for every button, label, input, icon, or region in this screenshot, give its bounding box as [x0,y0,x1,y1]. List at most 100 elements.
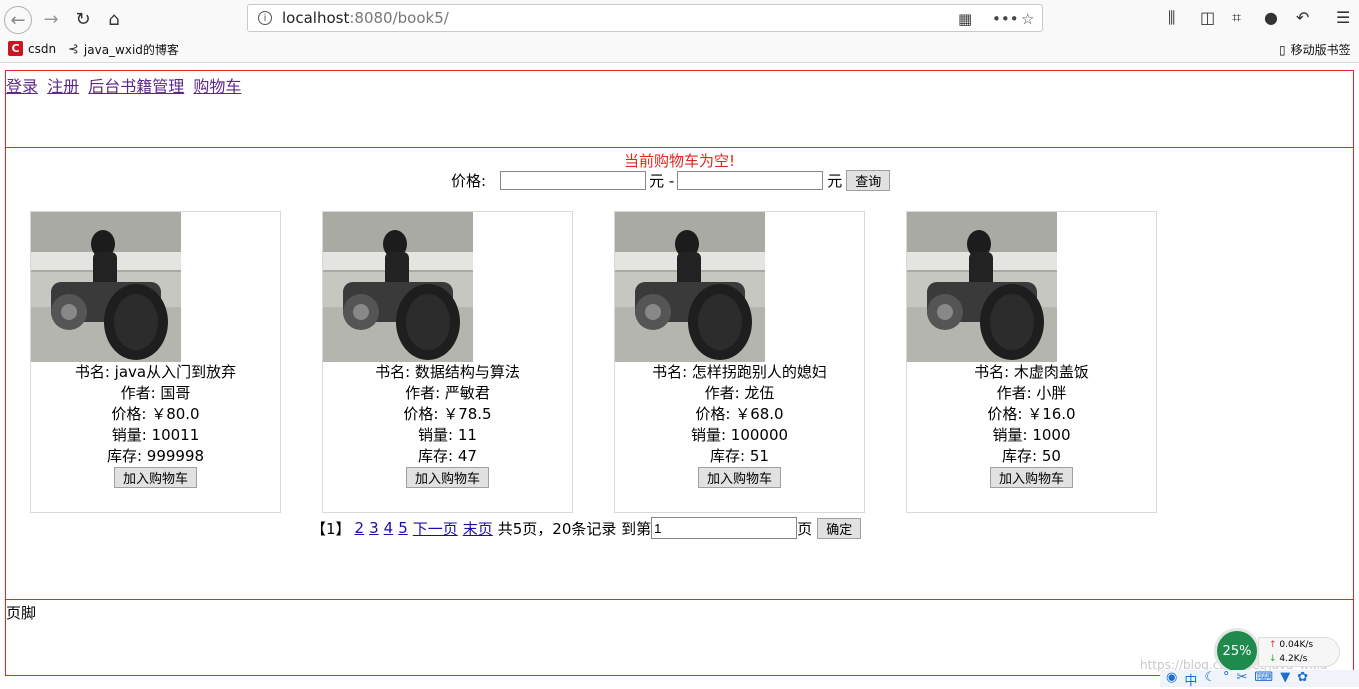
price-filter: 价格: 元 - 元 查询 [451,170,891,191]
pagination: 【1】 2 3 4 5 下一页 末页 共5页，20条记录 到第 页 确定 [311,517,862,539]
book-image [615,212,765,362]
admin-books-link[interactable]: 后台书籍管理 [88,77,184,96]
user-icon[interactable]: ◉ [1166,670,1177,687]
url-text: localhost:8080/book5/ [282,9,449,27]
book-price: 价格: ￥80.0 [111,405,200,423]
add-to-cart-button[interactable]: 加入购物车 [697,467,781,488]
confirm-button[interactable]: 确定 [817,517,862,539]
upload-speed: 0.04K/s [1279,640,1314,650]
mobile-bookmarks[interactable]: ▯ 移动版书签 [1279,41,1351,58]
unit-label-2: 元 [827,172,843,190]
book-card: 书名: 数据结构与算法 作者: 严敏君 价格: ￥78.5 销量: 11 库存: 47 加… [322,211,573,513]
bookmark-label: java_wxid的博客 [83,43,179,57]
chinese-mode-icon[interactable]: 中 [1184,670,1197,689]
page-suffix: 页 [797,519,813,538]
book-sales: 销量: 100000 [690,426,789,444]
login-link[interactable]: 登录 [6,77,38,96]
forward-arrow-icon[interactable]: → [38,6,64,32]
undo-icon[interactable]: ↶ [1296,8,1309,27]
add-to-cart-button[interactable]: 加入购物车 [405,467,489,488]
book-sales: 销量: 11 [418,426,477,444]
more-icon[interactable]: ••• [992,10,1019,28]
moon-icon[interactable]: ☾ [1204,670,1216,687]
book-sales: 销量: 10011 [111,426,200,444]
crop-icon[interactable]: ⌗ [1232,8,1241,28]
home-icon[interactable]: ⌂ [101,6,127,32]
rss-icon: ⊰ [68,42,79,57]
shirt-icon[interactable]: ▼ [1280,670,1290,687]
network-widget: 25% ↑ 0.04K/s ↓ 4.2K/s [1214,628,1342,674]
qr-code-icon[interactable]: ▦ [958,10,972,28]
book-price: 价格: ￥78.5 [403,405,492,423]
page-link-4[interactable]: 4 [384,519,394,537]
min-price-input[interactable] [500,171,647,190]
query-button[interactable]: 查询 [846,170,891,191]
register-link[interactable]: 注册 [47,77,79,96]
book-image [31,212,181,362]
page-header: 登录 注册 后台书籍管理 购物车 [5,70,1354,148]
menu-icon[interactable]: ☰ [1336,8,1350,27]
book-card: 书名: 木虚肉盖饭 作者: 小胖 价格: ￥16.0 销量: 1000 库存: 50 加入… [906,211,1157,513]
csdn-logo-icon: C [8,41,23,56]
network-speeds: ↑ 0.04K/s ↓ 4.2K/s [1258,637,1340,667]
main-content: 当前购物车为空! 价格: 元 - 元 查询 书名: java从入门到放弃 作者: … [5,147,1354,600]
info-icon[interactable]: i [258,11,272,25]
book-info: 书名: 怎样拐跑别人的媳妇 作者: 龙伍 价格: ￥68.0 销量: 100000 库存… [615,362,864,489]
footer-text: 页脚 [6,604,37,622]
star-icon[interactable]: ☆ [1021,10,1034,28]
price-label: 价格: [451,172,487,190]
book-cover-image [907,212,1057,362]
book-author: 作者: 龙伍 [704,384,775,402]
keyboard-icon[interactable]: ⌨ [1254,670,1273,687]
settings-icon[interactable]: ✿ [1297,670,1308,687]
cpu-percent[interactable]: 25% [1214,628,1260,674]
library-icon[interactable]: ⫼ [1168,8,1175,28]
url-bar[interactable]: i localhost:8080/book5/ ▦ ••• ☆ [247,4,1043,32]
page-number-input[interactable] [651,517,798,539]
book-stock: 库存: 47 [418,447,477,465]
download-speed: 4.2K/s [1279,654,1308,664]
phone-icon: ▯ [1279,42,1286,57]
punct-icon[interactable]: ° [1223,670,1230,687]
bookmark-blog[interactable]: ⊰ java_wxid的博客 [68,41,179,58]
book-cover-image [615,212,765,362]
pager-summary: 共5页，20条记录 到第 [497,519,652,538]
cart-link[interactable]: 购物车 [193,77,241,96]
book-card: 书名: 怎样拐跑别人的媳妇 作者: 龙伍 价格: ￥68.0 销量: 100000 库存… [614,211,865,513]
unit-label: 元 - [649,172,675,190]
sidebar-icon[interactable]: ◫ [1200,8,1215,27]
page-link-3[interactable]: 3 [369,519,379,537]
add-to-cart-button[interactable]: 加入购物车 [989,467,1073,488]
current-page: 【1】 [311,519,351,538]
book-price: 价格: ￥16.0 [987,405,1076,423]
book-info: 书名: 数据结构与算法 作者: 严敏君 价格: ￥78.5 销量: 11 库存: 47 加… [323,362,572,489]
max-price-input[interactable] [677,171,824,190]
book-author: 作者: 小胖 [996,384,1067,402]
bookmark-csdn[interactable]: C csdn [8,41,56,56]
book-author: 作者: 严敏君 [405,384,490,402]
bookmark-label: csdn [28,41,57,56]
bookmark-label: 移动版书签 [1290,43,1351,57]
book-card: 书名: java从入门到放弃 作者: 国哥 价格: ￥80.0 销量: 10011 库存… [30,211,281,513]
book-image [323,212,473,362]
add-to-cart-button[interactable]: 加入购物车 [113,467,197,488]
book-stock: 库存: 51 [710,447,769,465]
chat-icon[interactable]: ● [1264,8,1278,27]
book-price: 价格: ￥68.0 [695,405,784,423]
page-link-5[interactable]: 5 [398,519,408,537]
book-info: 书名: 木虚肉盖饭 作者: 小胖 价格: ￥16.0 销量: 1000 库存: 50 加入… [907,362,1156,489]
page-link-2[interactable]: 2 [355,519,365,537]
book-sales: 销量: 1000 [992,426,1071,444]
scissors-icon[interactable]: ✂ [1237,670,1248,687]
ime-toolbar: ◉ 中 ☾ ° ✂ ⌨ ▼ ✿ [1160,670,1359,689]
next-page-link[interactable]: 下一页 [413,518,458,539]
book-cover-image [31,212,181,362]
book-name: 书名: 数据结构与算法 [375,363,520,381]
cart-status-message: 当前购物车为空! [623,152,735,170]
back-arrow-icon[interactable]: ← [4,6,32,34]
book-stock: 库存: 50 [1002,447,1061,465]
reload-icon[interactable]: ↻ [70,6,96,32]
book-cover-image [323,212,473,362]
last-page-link[interactable]: 末页 [463,518,493,539]
book-author: 作者: 国哥 [120,384,191,402]
